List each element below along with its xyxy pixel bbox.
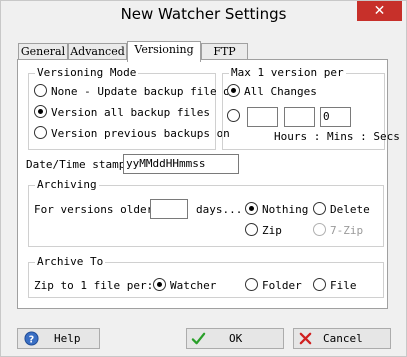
radio-delete[interactable]: [313, 202, 326, 215]
cancel-label: Cancel: [323, 332, 363, 345]
radio-custom-interval[interactable]: [227, 109, 240, 122]
max-all-changes-option[interactable]: All Changes: [227, 84, 317, 100]
archive-to-file-label: File: [330, 279, 357, 292]
all-changes-label: All Changes: [244, 85, 317, 98]
mins-input[interactable]: [284, 107, 315, 127]
cancel-x-icon: [299, 332, 312, 345]
dialog-window: New Watcher Settings ✕ General Advanced …: [0, 0, 407, 357]
tab-versioning[interactable]: Versioning: [127, 41, 201, 62]
archive-delete-label: Delete: [330, 203, 370, 216]
versioning-option-all[interactable]: Version all backup files: [34, 105, 210, 121]
secs-input[interactable]: 0: [320, 107, 351, 127]
datetime-stamp-label: Date/Time stamp:: [26, 158, 132, 171]
archive-days-label: days...: [196, 203, 243, 216]
versioning-option-previous-label: Version previous backups on: [51, 127, 230, 140]
versioning-option-none[interactable]: None - Update backup file o: [34, 84, 230, 100]
radio-file[interactable]: [313, 278, 326, 291]
cancel-button[interactable]: Cancel: [293, 328, 391, 349]
help-label: Help: [54, 332, 81, 345]
archive-nothing-label: Nothing: [262, 203, 309, 216]
archive-to-file[interactable]: File: [313, 278, 357, 294]
close-button[interactable]: ✕: [357, 1, 402, 21]
help-button[interactable]: ? Help: [17, 328, 100, 349]
svg-text:?: ?: [29, 334, 34, 345]
versioning-option-all-label: Version all backup files: [51, 106, 210, 119]
archive-option-zip[interactable]: Zip: [245, 223, 282, 239]
radio-version-all[interactable]: [34, 105, 47, 118]
radio-nothing[interactable]: [245, 202, 258, 215]
ok-button[interactable]: OK: [186, 328, 284, 349]
radio-7zip: [313, 223, 326, 236]
archive-to-label: Archive To: [35, 255, 106, 269]
archive-option-nothing[interactable]: Nothing: [245, 202, 308, 218]
help-icon: ?: [24, 331, 39, 346]
datetime-stamp-input[interactable]: yyMMddHHmmss: [123, 154, 239, 174]
window-title: New Watcher Settings: [120, 5, 287, 23]
archive-to-folder-label: Folder: [262, 279, 302, 292]
archive-option-7zip: 7-Zip: [313, 223, 363, 239]
ok-label: OK: [229, 332, 243, 345]
versioning-option-previous[interactable]: Version previous backups on: [34, 126, 230, 142]
archiving-label: Archiving: [35, 178, 99, 192]
hours-input[interactable]: [247, 107, 278, 127]
archive-zip-label: Zip: [262, 224, 282, 237]
radio-folder[interactable]: [245, 278, 258, 291]
versioning-mode-label: Versioning Mode: [35, 66, 139, 80]
radio-none[interactable]: [34, 84, 47, 97]
archive-to-watcher-label: Watcher: [170, 279, 217, 292]
radio-all-changes[interactable]: [227, 84, 240, 97]
radio-version-previous[interactable]: [34, 126, 47, 139]
archive-days-input[interactable]: [150, 199, 188, 219]
archive-to-folder[interactable]: Folder: [245, 278, 302, 294]
checkmark-icon: [191, 332, 206, 345]
radio-watcher[interactable]: [153, 278, 166, 291]
radio-zip[interactable]: [245, 223, 258, 236]
versioning-option-none-label: None - Update backup file o: [51, 85, 230, 98]
archive-to-watcher[interactable]: Watcher: [153, 278, 216, 294]
archive-option-delete[interactable]: Delete: [313, 202, 370, 218]
max-version-label: Max 1 version per: [229, 66, 346, 80]
zip-per-label: Zip to 1 file per:: [34, 279, 154, 292]
archive-7zip-label: 7-Zip: [330, 224, 364, 237]
interval-units-label: Hours : Mins : Secs: [274, 130, 400, 143]
title-bar: New Watcher Settings ✕: [1, 1, 406, 31]
versioning-panel: Versioning Mode None - Update backup fil…: [17, 59, 400, 309]
